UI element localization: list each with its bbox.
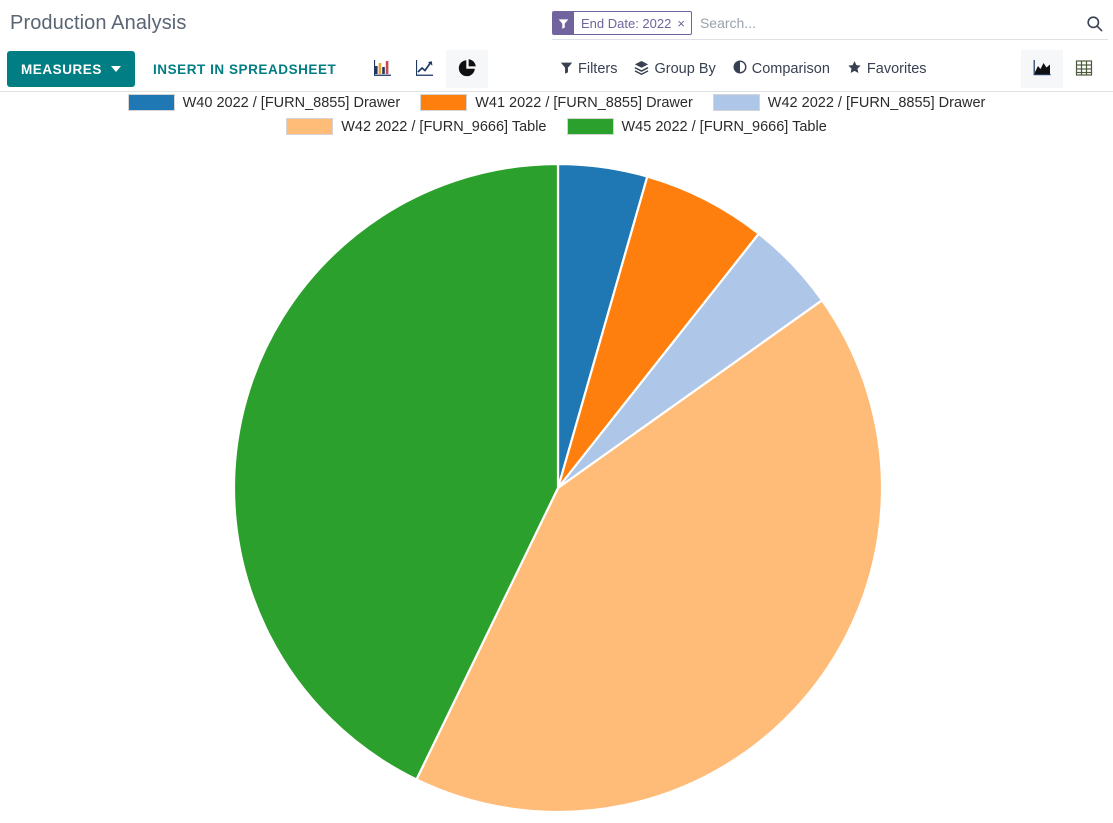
graph-renderer: W40 2022 / [FURN_8855] Drawer W41 2022 / …	[0, 92, 1113, 823]
pivot-view-button[interactable]	[1063, 50, 1105, 88]
view-switcher	[1021, 50, 1105, 88]
pie-chart-icon	[457, 58, 477, 81]
insert-in-spreadsheet-label: INSERT IN SPREADSHEET	[153, 61, 337, 77]
page-title: Production Analysis	[10, 12, 187, 34]
close-icon[interactable]: ×	[675, 12, 691, 34]
group-by-menu[interactable]: Group By	[634, 60, 716, 79]
line-chart-icon	[415, 58, 435, 81]
search-input[interactable]	[695, 11, 1080, 35]
search-options-menu: Filters Group By Comparison Favorites	[560, 50, 927, 88]
line-chart-button[interactable]	[404, 50, 446, 88]
filters-menu[interactable]: Filters	[560, 61, 617, 78]
pie-chart-button[interactable]	[446, 50, 488, 88]
insert-in-spreadsheet-button[interactable]: INSERT IN SPREADSHEET	[147, 51, 342, 87]
pie-chart-canvas: W40 2022 / [FURN_8855] Drawer: 4.44%W41 …	[0, 92, 1113, 823]
control-panel: Production Analysis End Date: 2022 × MEA…	[0, 0, 1113, 92]
layers-icon	[634, 60, 649, 79]
graph-view-icon	[1032, 58, 1052, 81]
measures-button-label: MEASURES	[21, 61, 102, 77]
filter-icon	[560, 61, 573, 78]
pivot-view-icon	[1074, 58, 1094, 81]
control-panel-bottom: MEASURES INSERT IN SPREADSHEET	[0, 47, 1113, 92]
group-by-menu-label: Group By	[654, 61, 716, 77]
comparison-menu[interactable]: Comparison	[733, 60, 830, 78]
favorites-menu[interactable]: Favorites	[847, 60, 927, 79]
search-view: End Date: 2022 ×	[552, 7, 1108, 40]
comparison-menu-label: Comparison	[751, 61, 830, 77]
chevron-down-icon	[110, 66, 121, 72]
measures-button[interactable]: MEASURES	[7, 51, 135, 87]
chart-type-group	[362, 50, 488, 88]
bar-chart-button[interactable]	[362, 50, 404, 88]
filters-menu-label: Filters	[578, 61, 618, 77]
graph-view-button[interactable]	[1021, 50, 1063, 88]
filter-icon	[553, 12, 574, 34]
favorites-menu-label: Favorites	[866, 61, 927, 77]
search-facet-label: End Date: 2022	[581, 15, 672, 31]
search-icon[interactable]	[1080, 9, 1108, 37]
search-facet-end-date[interactable]: End Date: 2022 ×	[552, 11, 692, 35]
contrast-circle-icon	[733, 60, 747, 78]
star-icon	[847, 60, 862, 79]
bar-chart-icon	[373, 58, 393, 81]
